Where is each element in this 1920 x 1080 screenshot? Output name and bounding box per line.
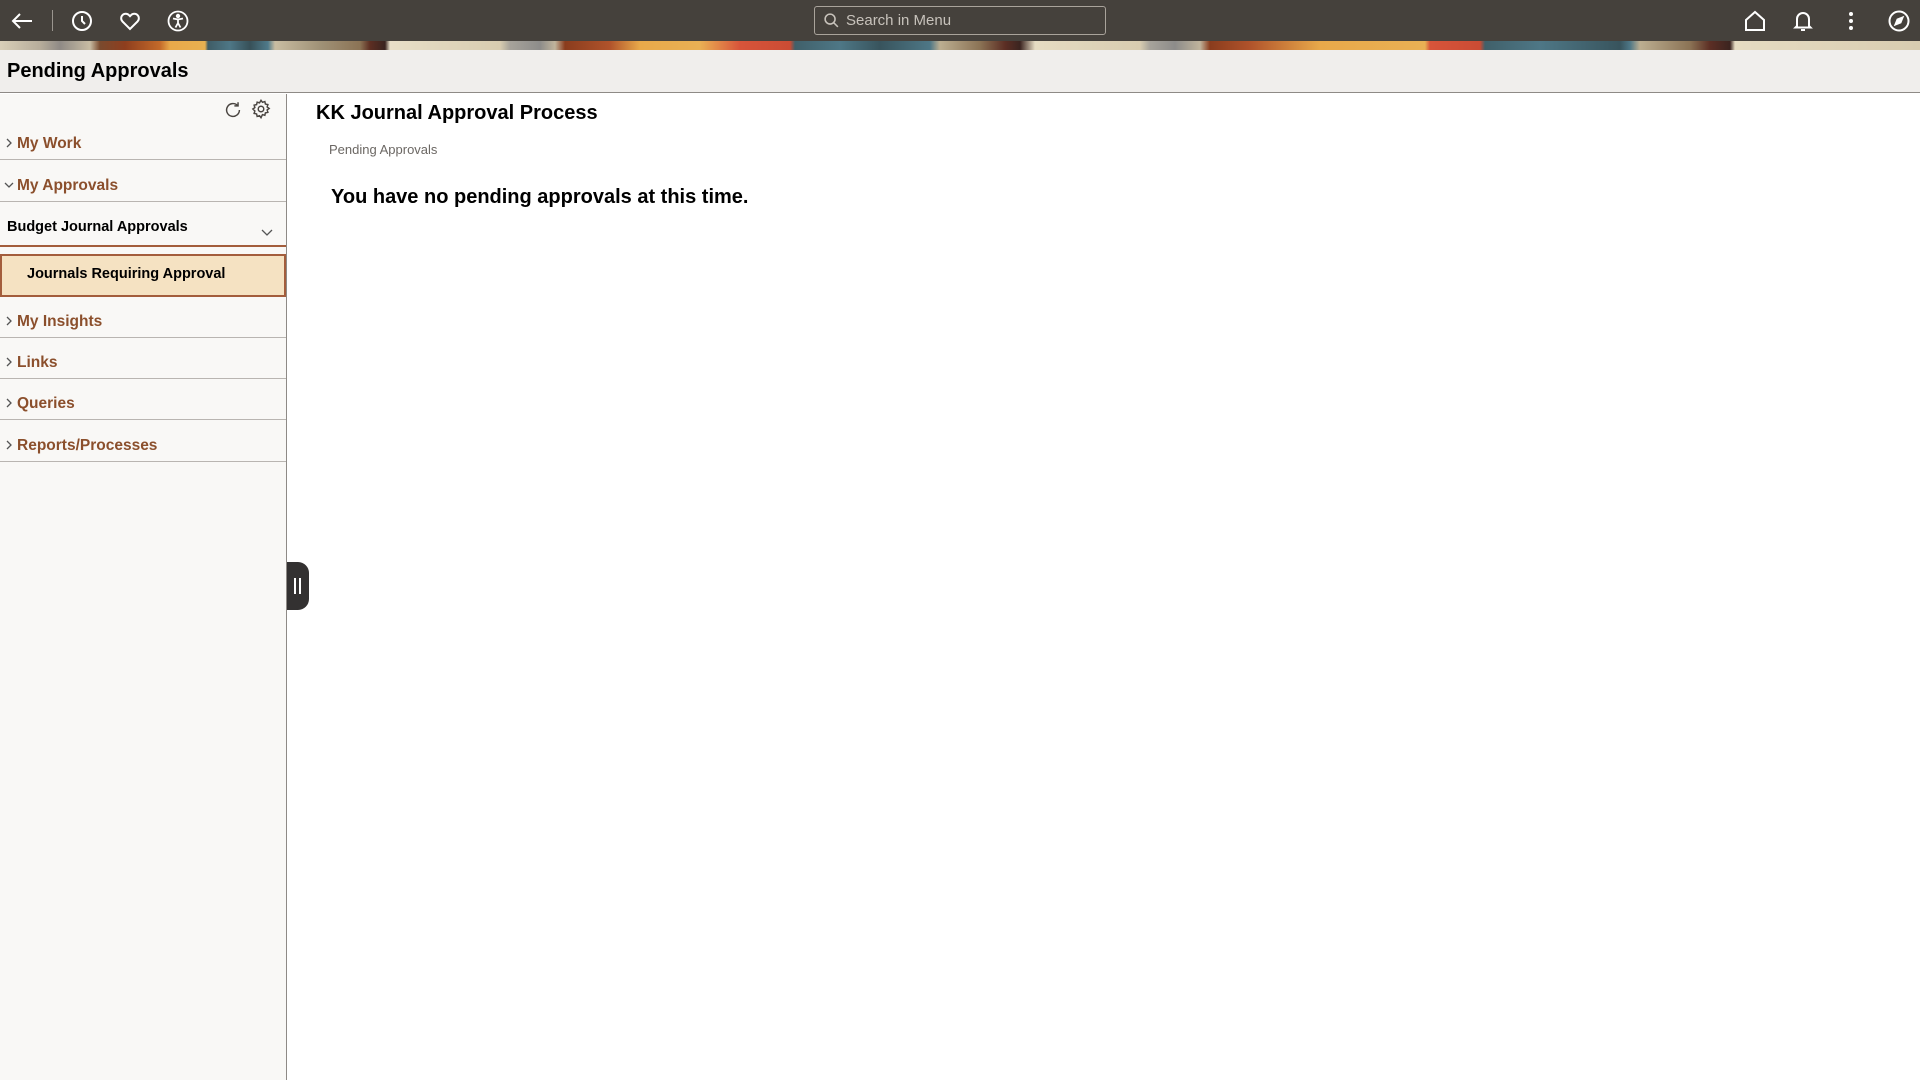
branding-banner [0, 41, 1920, 50]
notifications-button[interactable] [1790, 8, 1816, 34]
top-bar [0, 0, 1920, 41]
accessibility-icon [167, 10, 189, 32]
content-subtitle: Pending Approvals [329, 142, 438, 157]
actions-menu-button[interactable] [1838, 8, 1864, 34]
sidebar-group-label: Links [17, 354, 58, 371]
sidebar-group-label: Reports/Processes [17, 437, 158, 454]
sidebar-group-my-insights[interactable]: My Insights [0, 297, 286, 338]
sidebar-group-label: Queries [17, 395, 75, 412]
sidebar-group-label: My Approvals [17, 177, 119, 194]
back-arrow-icon [11, 13, 32, 29]
sidebar-item-budget-journal-approvals[interactable]: Budget Journal Approvals [0, 202, 286, 247]
back-button[interactable] [9, 8, 35, 34]
sidebar-group-links[interactable]: Links [0, 338, 286, 379]
toolbar-divider [52, 10, 53, 31]
home-icon [1745, 10, 1765, 31]
sidebar-item-label: Budget Journal Approvals [7, 219, 188, 235]
page-title: Pending Approvals [7, 60, 189, 82]
gear-icon[interactable] [250, 98, 272, 120]
sidebar-group-reports-processes[interactable]: Reports/Processes [0, 421, 286, 462]
search-box[interactable] [814, 6, 1106, 35]
recent-places-button[interactable] [69, 8, 95, 34]
sidebar-group-label: My Insights [17, 313, 103, 330]
refresh-icon[interactable] [222, 99, 244, 121]
empty-state-message: You have no pending approvals at this ti… [331, 186, 749, 208]
chevron-right-icon [6, 398, 12, 408]
sidebar-group-my-work[interactable]: My Work [0, 119, 286, 160]
main-content: KK Journal Approval Process Pending Appr… [288, 94, 1920, 1080]
grip-icon [299, 578, 301, 594]
sidebar-item-label: Journals Requiring Approval [27, 266, 226, 282]
search-input[interactable] [846, 12, 1096, 29]
search-icon [824, 13, 839, 28]
sidebar-item-journals-requiring-approval[interactable]: Journals Requiring Approval [0, 254, 286, 297]
grip-icon [294, 578, 296, 594]
chevron-right-icon [6, 440, 12, 450]
content-title: KK Journal Approval Process [316, 102, 598, 124]
sidebar-group-queries[interactable]: Queries [0, 379, 286, 420]
chevron-right-icon [6, 357, 12, 367]
navigator-button[interactable] [1886, 8, 1912, 34]
compass-icon [1888, 10, 1910, 32]
sidebar-collapse-handle[interactable] [287, 562, 309, 610]
home-button[interactable] [1742, 8, 1768, 34]
accessibility-button[interactable] [165, 8, 191, 34]
chevron-right-icon [6, 316, 12, 326]
kebab-menu-icon [1849, 12, 1853, 30]
chevron-down-icon [261, 229, 273, 236]
sidebar-group-label: My Work [17, 135, 82, 152]
bell-icon [1793, 12, 1813, 31]
sidebar-group-my-approvals[interactable]: My Approvals [0, 161, 286, 202]
favorites-button[interactable] [117, 8, 143, 34]
chevron-down-icon [4, 182, 14, 188]
clock-icon [72, 11, 92, 31]
page-header: Pending Approvals [0, 50, 1920, 93]
heart-icon [120, 12, 140, 31]
sidebar: My Work My Approvals Budget Journal Appr… [0, 94, 287, 1080]
chevron-right-icon [6, 138, 12, 148]
